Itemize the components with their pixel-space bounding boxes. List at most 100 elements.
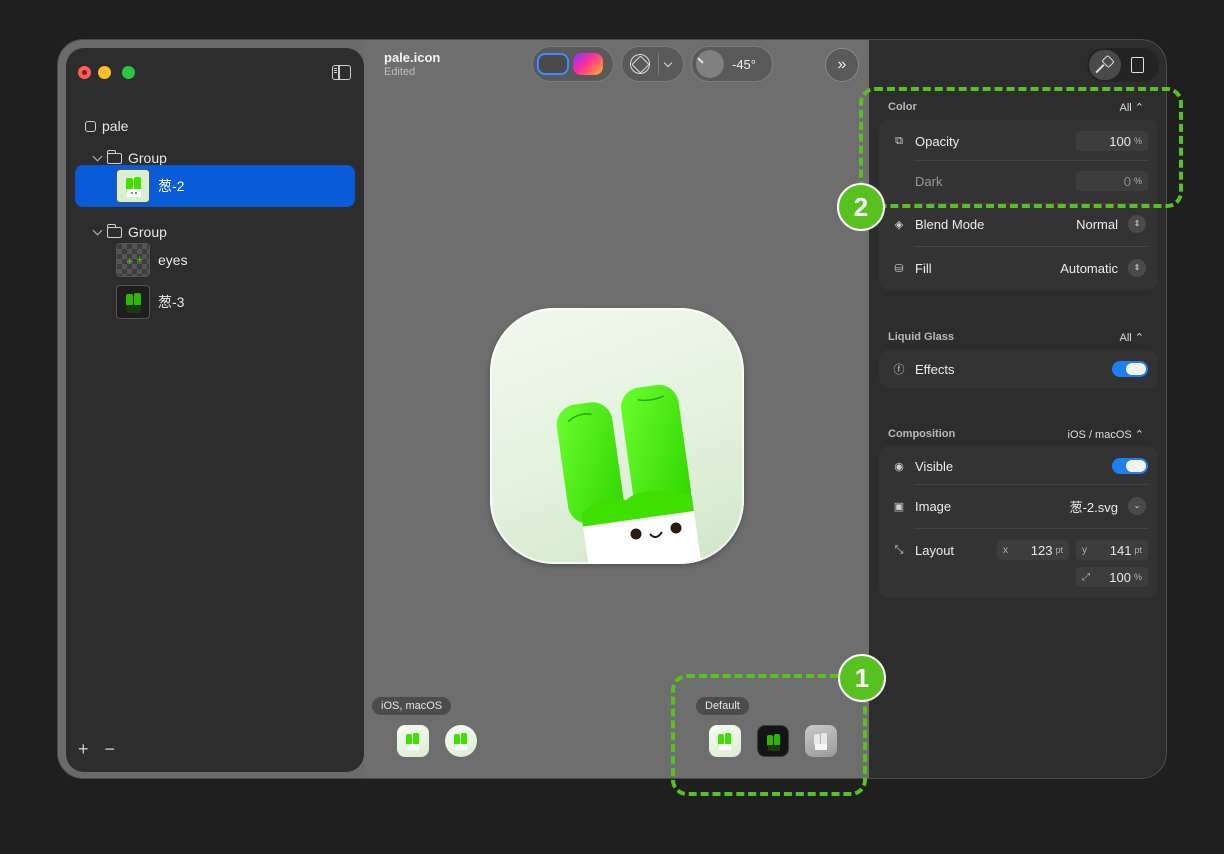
layout-scale-field[interactable]: ⤢ 100% bbox=[1076, 567, 1148, 587]
leek-variant-icon bbox=[454, 733, 467, 750]
hammer-icon bbox=[1097, 57, 1113, 73]
effects-label: Effects bbox=[915, 361, 955, 377]
blend-mode-label: Blend Mode bbox=[915, 216, 985, 232]
fill-value: Automatic bbox=[1060, 260, 1118, 276]
layers-sidebar: pale Group 葱-2 Group + + eyes 葱-3 + − bbox=[66, 48, 364, 772]
sidebar-toggle-icon[interactable] bbox=[332, 65, 351, 80]
tab-appearance[interactable] bbox=[1089, 50, 1121, 80]
callout-badge-1: 1 bbox=[838, 654, 886, 702]
leek-dark-thumbnail-icon bbox=[126, 293, 141, 313]
chevron-down-icon[interactable]: ⌄ bbox=[1128, 497, 1146, 515]
image-file-value: 葱-2.svg bbox=[1069, 499, 1118, 515]
callout-box-2 bbox=[859, 87, 1183, 208]
leek-artwork bbox=[556, 384, 703, 564]
icon-preview[interactable] bbox=[490, 308, 744, 564]
y-axis-label: y bbox=[1082, 544, 1087, 556]
x-axis-label: x bbox=[1003, 544, 1008, 556]
effects-row: ⓕ Effects bbox=[879, 349, 1158, 389]
document-icon bbox=[1130, 57, 1144, 73]
disclosure-chevron-icon[interactable] bbox=[92, 151, 103, 161]
liquid-glass-scope-popup[interactable]: All ⌃ bbox=[1120, 331, 1145, 344]
svg-text:+: + bbox=[136, 255, 144, 265]
leek-variant-icon bbox=[406, 733, 419, 750]
svg-text:+: + bbox=[126, 257, 134, 267]
variant-macos-round[interactable] bbox=[445, 725, 477, 757]
tree-item-label: Group bbox=[128, 224, 167, 240]
glass-mode-picker[interactable] bbox=[621, 46, 684, 82]
composition-platform-popup[interactable]: iOS / macOS ⌃ bbox=[1068, 428, 1144, 441]
light-angle-dial[interactable] bbox=[696, 50, 724, 78]
tab-document[interactable] bbox=[1121, 50, 1153, 80]
appearance-tinted-swatch[interactable] bbox=[573, 53, 603, 75]
chevron-down-icon[interactable] bbox=[663, 58, 673, 67]
up-down-chevron-icon[interactable]: ⇕ bbox=[1128, 259, 1146, 277]
add-layer-button[interactable]: + bbox=[78, 739, 89, 760]
appearance-default-swatch[interactable] bbox=[537, 53, 569, 75]
layout-label: Layout bbox=[915, 542, 955, 558]
inspector-tabs bbox=[1087, 48, 1159, 82]
percent-unit: % bbox=[1133, 572, 1142, 582]
remove-layer-button[interactable]: − bbox=[105, 739, 116, 760]
document-status: Edited bbox=[384, 66, 416, 78]
section-header-liquid-glass: Liquid Glass bbox=[888, 331, 955, 343]
fill-label: Fill bbox=[915, 260, 932, 276]
pt-unit: pt bbox=[1055, 545, 1063, 555]
double-chevron-right-icon[interactable]: » bbox=[825, 48, 859, 82]
layer-item-eyes[interactable]: + + eyes bbox=[75, 239, 355, 281]
section-header-composition: Composition bbox=[888, 428, 956, 440]
tree-item-root[interactable]: pale bbox=[66, 112, 364, 140]
layer-item-leek-2[interactable]: 葱-2 bbox=[75, 165, 355, 207]
liquid-glass-group: ⓕ Effects bbox=[879, 350, 1158, 388]
layer-item-leek-3[interactable]: 葱-3 bbox=[75, 281, 355, 323]
effects-toggle[interactable] bbox=[1112, 361, 1148, 377]
close-window-button[interactable] bbox=[78, 66, 91, 79]
up-down-chevron-icon[interactable]: ⇕ bbox=[1128, 215, 1146, 233]
blend-mode-row[interactable]: ◈ Blend Mode Normal ⇕ bbox=[879, 204, 1158, 244]
zoom-window-button[interactable] bbox=[122, 66, 135, 79]
fx-icon: ⓕ bbox=[893, 364, 905, 376]
variant-ios-light[interactable] bbox=[397, 725, 429, 757]
paint-bucket-icon: ⛁ bbox=[894, 262, 904, 275]
tree-item-label: Group bbox=[128, 150, 167, 166]
image-icon: ▣ bbox=[893, 500, 905, 513]
light-angle-value: -45° bbox=[732, 56, 756, 72]
layer-thumbnail bbox=[116, 169, 150, 203]
visible-toggle[interactable] bbox=[1112, 458, 1148, 474]
light-angle-control[interactable]: -45° bbox=[691, 46, 773, 82]
resize-arrows-icon: ⤡ bbox=[894, 543, 904, 556]
image-row[interactable]: ▣ Image 葱-2.svg ⌄ bbox=[879, 486, 1158, 526]
layer-label: eyes bbox=[158, 252, 188, 268]
eyes-thumbnail-icon: + + bbox=[126, 255, 144, 267]
scale-value: 100 bbox=[1109, 569, 1131, 585]
row-divider bbox=[914, 528, 1148, 529]
document-icon bbox=[85, 120, 96, 132]
fill-row[interactable]: ⛁ Fill Automatic ⇕ bbox=[879, 248, 1158, 288]
layout-row: ⤡ Layout x 123 pt y 141 pt bbox=[879, 530, 1158, 570]
image-label: Image bbox=[915, 498, 952, 514]
folder-icon bbox=[106, 149, 122, 164]
visible-label: Visible bbox=[915, 458, 954, 474]
layout-y-field[interactable]: y 141 pt bbox=[1076, 540, 1148, 560]
layer-thumbnail bbox=[116, 285, 150, 319]
minimize-window-button[interactable] bbox=[98, 66, 111, 79]
blend-mode-value: Normal bbox=[1076, 216, 1118, 232]
layer-thumbnail: + + bbox=[116, 243, 150, 277]
appearance-picker bbox=[532, 46, 614, 82]
canvas-area[interactable]: pale.icon Edited -45° » iOS, macOS Defau… bbox=[364, 40, 869, 778]
glass-icon bbox=[630, 54, 650, 74]
callout-badge-2: 2 bbox=[837, 183, 885, 231]
variant-group-label-ios-macos: iOS, macOS bbox=[372, 697, 452, 715]
leek-thumbnail-icon bbox=[126, 177, 141, 197]
sidebar-footer: + − bbox=[78, 739, 115, 760]
layout-x-field[interactable]: x 123 pt bbox=[997, 540, 1069, 560]
document-title: pale.icon bbox=[384, 50, 441, 65]
pill-divider bbox=[658, 53, 659, 75]
layer-label: 葱-3 bbox=[158, 294, 185, 310]
callout-box-1 bbox=[671, 674, 867, 796]
visible-row: ◉ Visible bbox=[879, 446, 1158, 486]
layers-stack-icon: ◈ bbox=[894, 218, 904, 231]
row-divider bbox=[914, 484, 1148, 485]
layer-label: 葱-2 bbox=[158, 178, 185, 194]
disclosure-chevron-icon[interactable] bbox=[92, 225, 103, 235]
x-value: 123 bbox=[1030, 542, 1053, 558]
